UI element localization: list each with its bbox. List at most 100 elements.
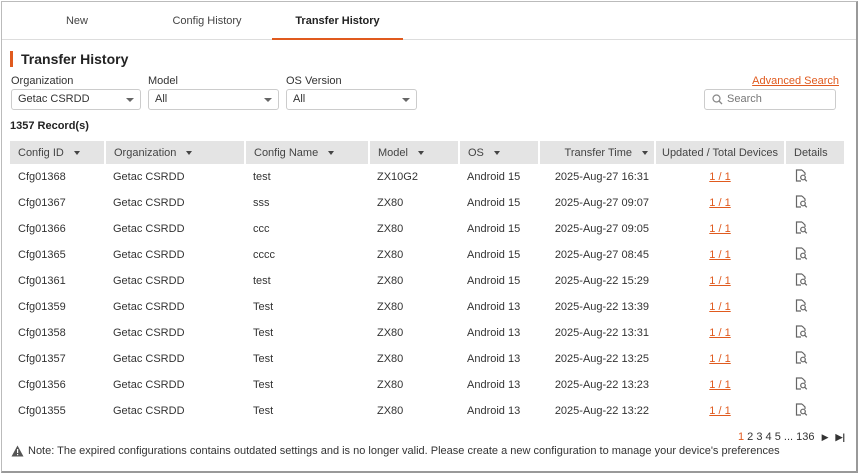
cell-config-name: Test <box>253 353 274 365</box>
chevron-down-icon <box>402 98 410 102</box>
sort-icon <box>493 150 500 155</box>
cell-model: ZX80 <box>377 223 404 235</box>
cell-config-id: Cfg01358 <box>18 327 66 339</box>
cell-organization: Getac CSRDD <box>113 301 185 313</box>
details-icon[interactable] <box>795 273 808 286</box>
page-number[interactable]: 1 <box>738 431 744 443</box>
cell-model: ZX80 <box>377 379 404 391</box>
details-icon[interactable] <box>795 247 808 260</box>
search-icon <box>712 94 723 105</box>
updated-total-link[interactable]: 1 / 1 <box>709 223 730 235</box>
cell-model: ZX80 <box>377 301 404 313</box>
page-number[interactable]: 5 <box>775 431 781 443</box>
cell-model: ZX80 <box>377 353 404 365</box>
pagination-ellipsis: ... <box>783 431 794 443</box>
cell-updated-total: 1 / 1 <box>655 294 785 320</box>
cell-config-id: Cfg01355 <box>18 405 66 417</box>
updated-total-link[interactable]: 1 / 1 <box>709 275 730 287</box>
cell-transfer-time: 2025-Aug-22 13:22 <box>554 405 649 417</box>
cell-config-name: Test <box>253 327 274 339</box>
updated-total-link[interactable]: 1 / 1 <box>709 249 730 261</box>
cell-transfer-time: 2025-Aug-27 08:45 <box>554 249 649 261</box>
updated-total-link[interactable]: 1 / 1 <box>709 379 730 391</box>
tab-new[interactable]: New <box>12 2 142 40</box>
page-last-number[interactable]: 136 <box>796 431 814 443</box>
details-icon[interactable] <box>795 299 808 312</box>
details-icon[interactable] <box>795 325 808 338</box>
tab-bar: New Config History Transfer History <box>2 2 856 40</box>
page-number[interactable]: 3 <box>756 431 762 443</box>
cell-updated-total: 1 / 1 <box>655 320 785 346</box>
updated-total-link[interactable]: 1 / 1 <box>709 301 730 313</box>
cell-transfer-time: 2025-Aug-22 13:25 <box>554 353 649 365</box>
next-page-icon[interactable]: ▶ <box>822 432 829 442</box>
updated-total-link[interactable]: 1 / 1 <box>709 171 730 183</box>
cell-config-name: Test <box>253 405 274 417</box>
cell-os: Android 15 <box>467 249 521 261</box>
col-organization[interactable]: Organization <box>105 141 246 164</box>
cell-model: ZX80 <box>377 405 404 417</box>
cell-model: ZX10G2 <box>377 171 418 183</box>
cell-config-name: test <box>253 171 271 183</box>
cell-details <box>785 320 844 346</box>
details-icon[interactable] <box>795 351 808 364</box>
col-transfer-time[interactable]: Transfer Time <box>539 141 656 164</box>
table-row: Cfg01359 Getac CSRDD Test ZX80 Android 13 202… <box>10 294 844 320</box>
col-config-id[interactable]: Config ID <box>10 141 106 164</box>
tab-transfer-history[interactable]: Transfer History <box>272 2 403 40</box>
cell-organization: Getac CSRDD <box>113 171 185 183</box>
details-icon[interactable] <box>795 169 808 182</box>
cell-transfer-time: 2025-Aug-22 15:29 <box>554 275 649 287</box>
cell-os: Android 13 <box>467 405 521 417</box>
updated-total-link[interactable]: 1 / 1 <box>709 197 730 209</box>
cell-details <box>785 398 844 424</box>
col-updated-total: Updated / Total Devices <box>655 141 786 164</box>
cell-organization: Getac CSRDD <box>113 249 185 261</box>
model-select[interactable]: All <box>148 89 279 110</box>
details-icon[interactable] <box>795 221 808 234</box>
record-count: 1357 Record(s) <box>10 120 89 132</box>
cell-details <box>785 294 844 320</box>
cell-transfer-time: 2025-Aug-22 13:39 <box>554 301 649 313</box>
cell-details <box>785 346 844 372</box>
cell-config-name: Test <box>253 379 274 391</box>
table-row: Cfg01367 Getac CSRDD sss ZX80 Android 15 2025… <box>10 190 844 216</box>
advanced-search-link[interactable]: Advanced Search <box>752 75 839 87</box>
model-value: All <box>155 93 168 105</box>
cell-organization: Getac CSRDD <box>113 379 185 391</box>
os-version-select[interactable]: All <box>286 89 417 110</box>
cell-transfer-time: 2025-Aug-22 13:31 <box>554 327 649 339</box>
sort-icon <box>642 150 648 155</box>
cell-config-id: Cfg01357 <box>18 353 66 365</box>
updated-total-link[interactable]: 1 / 1 <box>709 353 730 365</box>
organization-label: Organization <box>11 75 74 87</box>
cell-config-id: Cfg01367 <box>18 197 66 209</box>
search-input[interactable]: Search <box>704 89 836 110</box>
details-icon[interactable] <box>795 377 808 390</box>
cell-os: Android 13 <box>467 353 521 365</box>
last-page-icon[interactable]: ▶| <box>836 432 845 442</box>
details-icon[interactable] <box>795 195 808 208</box>
cell-organization: Getac CSRDD <box>113 275 185 287</box>
cell-transfer-time: 2025-Aug-22 13:23 <box>554 379 649 391</box>
col-model[interactable]: Model <box>369 141 460 164</box>
page-number[interactable]: 2 <box>747 431 753 443</box>
cell-config-id: Cfg01366 <box>18 223 66 235</box>
page-number[interactable]: 4 <box>766 431 772 443</box>
updated-total-link[interactable]: 1 / 1 <box>709 327 730 339</box>
table-row: Cfg01356 Getac CSRDD Test ZX80 Android 13 202… <box>10 372 844 398</box>
transfer-history-table: Config ID Organization Config Name Model… <box>10 141 844 424</box>
updated-total-link[interactable]: 1 / 1 <box>709 405 730 417</box>
cell-transfer-time: 2025-Aug-27 09:05 <box>554 223 649 235</box>
model-label: Model <box>148 75 178 87</box>
tab-config-history[interactable]: Config History <box>142 2 272 40</box>
col-config-name[interactable]: Config Name <box>245 141 370 164</box>
table-row: Cfg01368 Getac CSRDD test ZX10G2 Android 15 2… <box>10 164 844 190</box>
cell-transfer-time: 2025-Aug-27 09:07 <box>554 197 649 209</box>
pagination: 1 2 3 4 5 ... 136 ▶ ▶| <box>738 431 845 443</box>
page-title: Transfer History <box>10 51 128 67</box>
col-os[interactable]: OS <box>459 141 540 164</box>
details-icon[interactable] <box>795 403 808 416</box>
table-row: Cfg01355 Getac CSRDD Test ZX80 Android 13 202… <box>10 398 844 424</box>
organization-select[interactable]: Getac CSRDD <box>11 89 141 110</box>
